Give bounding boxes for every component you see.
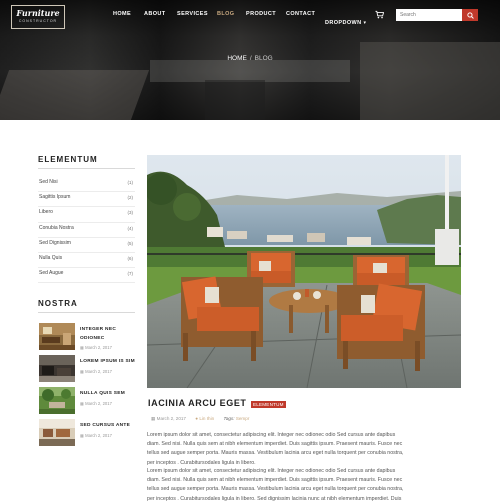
category-count: (1): [127, 180, 134, 185]
nav-item-contact[interactable]: CONTACT: [286, 11, 315, 17]
excerpt-line: Lorem ipsum dolor sit amet, consectetur …: [147, 432, 396, 438]
category-count: (4): [127, 225, 134, 231]
category-label: Sed Dignissim: [39, 239, 71, 246]
nav-item-about[interactable]: ABOUT: [144, 11, 166, 17]
category-count: (2): [127, 195, 134, 201]
category-item[interactable]: Sed Nisi (1): [38, 177, 135, 193]
post-author-text: Lin Ihin: [199, 416, 215, 421]
category-list: Sed Nisi (1) Sagittis Ipsum (2) Libero (…: [38, 177, 135, 284]
divider: [38, 282, 135, 284]
excerpt-line: diam. Sed nisi. Nulla quis sem at nibh e…: [147, 441, 403, 448]
category-label: Nulla Quis: [39, 254, 63, 261]
divider: [38, 312, 135, 314]
recent-post-date: ▦ March 2, 2017: [80, 433, 112, 438]
hero-background-shape: [205, 80, 265, 120]
recent-post-date: ▦ March 2, 2017: [80, 401, 112, 406]
post-excerpt-paragraph: Lorem ipsum dolor sit amet, consectetur …: [147, 431, 461, 468]
post-thumbnail-image[interactable]: [39, 355, 75, 383]
recent-post-date-text: March 2, 2017: [85, 369, 112, 375]
recent-post-item[interactable]: NULLA QUIS SEM ▦ March 2, 2017: [38, 387, 135, 419]
excerpt-line: tellus sed augue semper porta. Mauris ma…: [147, 450, 404, 457]
nav-item-services[interactable]: SERVICES: [177, 11, 208, 17]
breadcrumb: HOME / BLOG: [0, 55, 500, 62]
category-badge[interactable]: ELEMENTUM: [251, 401, 286, 408]
excerpt-line: diam. Sed nisi. Nulla quis sem at nibh e…: [147, 477, 403, 484]
categories-widget-title: ELEMENTUM: [38, 155, 98, 164]
divider: [38, 168, 135, 169]
breadcrumb-home[interactable]: HOME: [227, 55, 247, 62]
tags-label: Tags:: [223, 416, 235, 421]
category-item[interactable]: Sed Dignissim (5): [38, 238, 135, 253]
category-count: (5): [127, 240, 134, 246]
post-date-text: March 2, 2017: [156, 416, 186, 421]
recent-post-date: ▦ March 2, 2017: [80, 369, 112, 374]
nav-dropdown-label: DROPDOWN: [325, 20, 362, 26]
hero-background-shape: [0, 70, 150, 120]
post-thumbnail-image[interactable]: [39, 323, 75, 351]
recent-post-item[interactable]: INTEGER NEC ODIONEC ▦ March 2, 2017: [38, 323, 135, 355]
nav-item-product[interactable]: PRODUCT: [246, 11, 276, 17]
post-title[interactable]: IACINIA ARCU EGET: [148, 398, 247, 408]
category-item[interactable]: Conubia Nostra (4): [38, 223, 135, 238]
post-date: ▦ March 2, 2017: [151, 416, 186, 421]
sidebar: ELEMENTUM Sed Nisi (1) Sagittis Ipsum (2…: [38, 155, 135, 451]
category-count: (3): [127, 210, 134, 216]
post-excerpt-paragraph: Lorem ipsum dolor sit amet, consectetur …: [147, 467, 461, 504]
category-label: Sed Augue: [39, 270, 64, 277]
post-thumbnail-image[interactable]: [39, 387, 75, 415]
recent-post-date: ▦ March 2, 2017: [80, 345, 112, 350]
excerpt-line: Lorem ipsum dolor sit amet, consectetur …: [147, 468, 396, 474]
recent-post-item[interactable]: SED CURSUS ANTE ▦ March 2, 2017: [38, 419, 135, 451]
post-author[interactable]: ● Lin Ihin: [195, 416, 214, 421]
category-label: Sed Nisi: [39, 179, 58, 185]
recent-post-item[interactable]: LOREM IPSUM IS SIM ▦ March 2, 2017: [38, 355, 135, 387]
hero-background-shape: [360, 42, 500, 120]
featured-post-image[interactable]: [147, 155, 461, 388]
recent-post-date-text: March 2, 2017: [85, 433, 112, 439]
post-meta: ▦ March 2, 2017 ● Lin Ihin Tags: Sempr: [151, 416, 257, 422]
category-item[interactable]: Sagittis Ipsum (2): [38, 192, 135, 208]
recent-posts-widget-title: NOSTRA: [38, 299, 78, 309]
recent-post-title[interactable]: NULLA QUIS SEM: [80, 389, 137, 398]
tag-link[interactable]: Sempr: [236, 416, 250, 421]
recent-post-date-text: March 2, 2017: [85, 345, 112, 351]
nav-item-home[interactable]: HOME: [113, 11, 131, 17]
search-button[interactable]: [462, 9, 478, 21]
breadcrumb-separator: /: [249, 55, 252, 62]
hero-banner: Furniture CONSTRUCTOR HOME ABOUT SERVICE…: [0, 0, 500, 120]
hero-background-shape: [150, 60, 350, 82]
category-item[interactable]: Sed Augue (7): [38, 268, 135, 284]
category-count: (7): [127, 271, 134, 277]
excerpt-line: tellus sed augue semper porta. Mauris ma…: [147, 486, 404, 493]
excerpt-line: per inceptos . Curabitursodales ligula i…: [147, 495, 402, 502]
nav-item-blog[interactable]: BLOG: [217, 11, 235, 17]
nav-item-dropdown[interactable]: DROPDOWN ▾: [325, 11, 366, 29]
category-count: (6): [127, 255, 134, 261]
category-item[interactable]: Libero (3): [38, 207, 135, 223]
post-thumbnail-image[interactable]: [39, 419, 75, 447]
category-label: Sagittis Ipsum: [39, 194, 71, 201]
chevron-down-icon: ▾: [363, 20, 367, 26]
recent-post-title[interactable]: INTEGER NEC ODIONEC: [80, 325, 137, 343]
site-logo[interactable]: Furniture CONSTRUCTOR: [11, 5, 65, 29]
post-tags: Tags: Sempr: [223, 416, 249, 421]
cart-icon[interactable]: [375, 10, 384, 19]
recent-post-date-text: March 2, 2017: [85, 401, 112, 407]
breadcrumb-current: BLOG: [254, 55, 273, 62]
category-item[interactable]: Nulla Quis (6): [38, 253, 135, 269]
search-input[interactable]: [396, 9, 462, 21]
logo-title: Furniture: [16, 8, 60, 18]
category-label: Libero: [39, 209, 53, 216]
search-icon: [466, 11, 474, 19]
category-label: Conubia Nostra: [39, 224, 74, 231]
recent-posts-list: INTEGER NEC ODIONEC ▦ March 2, 2017 LORE…: [38, 323, 135, 451]
recent-post-title[interactable]: LOREM IPSUM IS SIM: [80, 357, 137, 366]
recent-post-title[interactable]: SED CURSUS ANTE: [80, 421, 137, 430]
logo-subtitle: CONSTRUCTOR: [18, 19, 58, 23]
